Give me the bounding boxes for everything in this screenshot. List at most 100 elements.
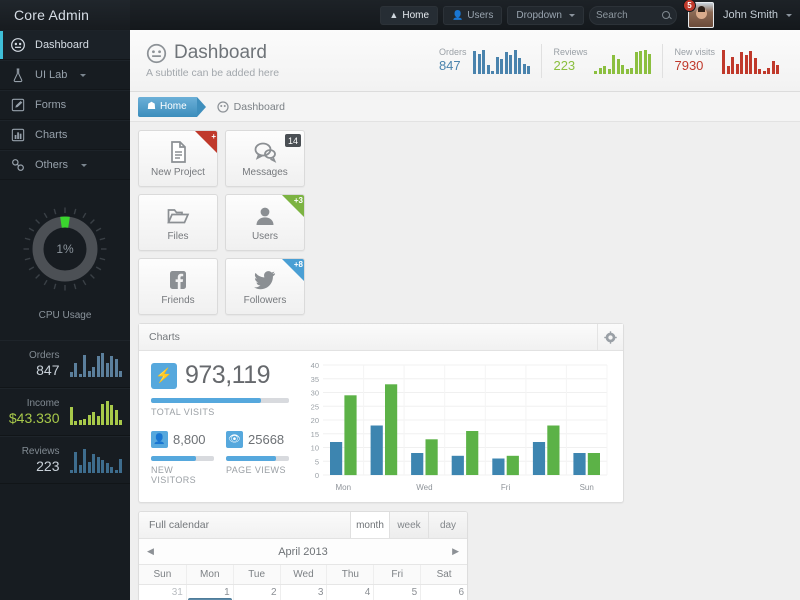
calendar-cell[interactable]: 3 [279,585,327,600]
tile-label: Friends [161,295,195,306]
calendar-cell[interactable]: 6 [420,585,467,600]
calendar-title: Full calendar [149,519,210,531]
breadcrumb-home-label: Home [159,101,187,112]
sidebar: Dashboard UI Lab Forms Charts Others 1% CPU … [0,30,130,600]
caret-left-icon[interactable]: ◀ [147,546,161,557]
nav-users-button[interactable]: 👤 Users [443,5,503,25]
sidebar-stat-reviews: Reviews 223 [0,436,130,484]
tile-new-project[interactable]: + New Project [138,130,218,187]
gear-icon[interactable] [597,324,623,350]
header-stat-name: Reviews [553,47,588,57]
search-box[interactable] [588,5,677,25]
new-visitors-value: 8,800 [173,432,206,447]
tile-users[interactable]: +3 Users [225,194,305,251]
search-icon [661,11,670,19]
calendar-dow-fri: Fri [373,565,420,584]
calendar-dow-thu: Thu [326,565,373,584]
breadcrumb-current: Dashboard [217,101,285,113]
svg-text:10: 10 [311,444,319,453]
page-views-caption: PAGE VIEWS [226,465,286,475]
sidebar-stat-income: Income $43.330 [0,388,130,436]
user-chevron-down-icon[interactable] [786,13,792,17]
calendar-view-month[interactable]: month [350,512,389,538]
cpu-gauge: 1% [22,206,108,292]
page-header: Dashboard A subtitle can be added here O… [130,30,800,92]
charts-panel-title: Charts [149,331,180,343]
page-title-box: Dashboard A subtitle can be added here [146,42,428,79]
page-views-progress [226,456,289,461]
cpu-gauge-value: 1% [56,241,74,256]
home-icon: ☗ [147,101,156,112]
header-stat-value: 223 [553,58,576,73]
svg-text:0: 0 [315,471,319,480]
total-visits-caption: TOTAL VISITS [151,407,215,417]
user-icon: 👤 [151,431,168,448]
calendar-dow-tue: Tue [232,565,280,584]
calendar-cell[interactable]: 4 [326,585,373,600]
calendar-header: Full calendar month week day [139,512,467,539]
breadcrumb-home[interactable]: ☗ Home [138,96,206,117]
charts-panel: Charts ⚡ 973,119 TOTAL VISITS 👤 8,800 NE… [138,323,624,503]
calendar-day-number: 31 [171,587,183,598]
page-title-text: Dashboard [174,42,267,63]
tile-ribbon-text: + [211,132,216,141]
page-views-value: 25668 [248,432,285,447]
sparkline-chart [722,48,779,74]
sidebar-item-others[interactable]: Others [0,150,130,180]
search-input[interactable] [595,9,662,21]
calendar-dow-mon: Mon [185,565,233,584]
sidebar-item-dashboard[interactable]: Dashboard [0,30,130,60]
caret-right-icon[interactable]: ▶ [445,546,459,557]
header-stat-new-visits: New visits 7930 [662,43,790,78]
tile-files[interactable]: Files [138,194,218,251]
svg-text:Sun: Sun [580,483,594,492]
dashboard-icon [217,100,229,113]
cpu-usage-widget: 1% CPU Usage [0,180,130,340]
sparkline-chart [473,48,531,74]
sparkline-chart [69,399,122,425]
brand-logo[interactable]: Core Admin [0,0,130,30]
dashboard-icon [146,43,167,63]
calendar-view-week[interactable]: week [389,512,428,538]
header-stat-name: New visits [674,47,715,57]
sidebar-item-ui-lab[interactable]: UI Lab [0,60,130,90]
calendar-view-day[interactable]: day [428,512,467,538]
sidebar-stat-name: Income [26,398,60,409]
tile-followers[interactable]: +8 Followers [225,258,305,315]
kpi-column: ⚡ 973,119 TOTAL VISITS 👤 8,800 NEW VISIT [139,351,299,504]
total-visits-row: ⚡ 973,119 [151,361,289,390]
calendar-day-number: 3 [317,587,324,598]
page-views-block: 👁 25668 PAGE VIEWS [226,431,289,485]
calendar-cell[interactable]: 31 [139,585,186,600]
bar-chart: 40 35 30 25 20 15 10 5 0 Mon Wed Fri Sun [299,351,623,504]
total-visits-value: 973,119 [185,361,271,389]
user-avatar-wrap[interactable]: 5 [682,0,714,28]
calendar-dow-wed: Wed [279,565,327,584]
calendar-cell[interactable]: 1All Day Event [185,585,233,600]
chevron-down-icon [80,73,87,77]
tile-label: New Project [151,167,205,178]
sidebar-item-forms[interactable]: Forms [0,90,130,120]
svg-text:40: 40 [311,361,319,370]
tile-ribbon-text: +8 [293,260,303,269]
svg-text:Wed: Wed [416,483,432,492]
sidebar-item-charts[interactable]: Charts [0,120,130,150]
calendar-cell[interactable]: 5 [373,585,420,600]
tile-messages[interactable]: 14 Messages [225,130,305,187]
tile-label: Files [167,231,189,242]
username-label[interactable]: John Smith [723,9,778,21]
calendar-day-headers: Sun Mon Tue Wed Thu Fri Sat [139,565,467,585]
tile-friends[interactable]: Friends [138,258,218,315]
tile-label: Users [251,231,279,242]
calendar-day-number: 6 [458,587,464,598]
header-stats: Orders 847 Reviews 223 New visits 7930 [428,43,790,78]
svg-text:30: 30 [311,389,319,398]
tile-label: Followers [243,295,287,306]
folder-icon [166,203,190,229]
tile-label: Messages [242,167,288,178]
nav-home-button[interactable]: ▲ Home [380,5,439,25]
nav-dropdown-button[interactable]: Dropdown [507,5,584,25]
twitter-icon [253,267,277,293]
calendar-cell[interactable]: 2 [232,585,280,600]
calendar-day-number: 1 [224,587,230,598]
